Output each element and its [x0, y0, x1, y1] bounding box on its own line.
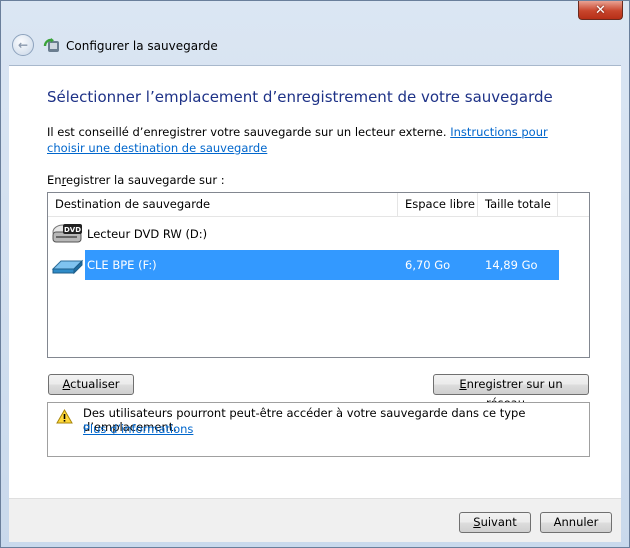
svg-text:DVD: DVD — [64, 226, 81, 234]
column-header-total-size[interactable]: Taille totale — [478, 193, 558, 216]
free-space: 6,70 Go — [405, 258, 451, 272]
destination-name: Lecteur DVD RW (D:) — [87, 227, 208, 241]
description-text: Il est conseillé d’enregistrer votre sau… — [47, 125, 567, 156]
total-size: 14,89 Go — [485, 258, 538, 272]
dvd-drive-icon: DVD — [52, 224, 82, 243]
back-button[interactable]: ← — [12, 34, 34, 56]
column-header-free-space[interactable]: Espace libre — [398, 193, 478, 216]
refresh-button[interactable]: Actualiser — [48, 374, 134, 395]
cancel-button[interactable]: Annuler — [540, 512, 612, 533]
content-area: Sélectionner l’emplacement d’enregistrem… — [9, 65, 621, 499]
column-header-destination[interactable]: Destination de sauvegarde — [48, 193, 398, 216]
list-row-dvd[interactable]: DVD Lecteur DVD RW (D:) — [48, 219, 589, 249]
description: Il est conseillé d’enregistrer votre sau… — [47, 125, 447, 139]
window-title: Configurer la sauvegarde — [66, 39, 218, 53]
list-row-usb[interactable]: CLE BPE (F:) 6,70 Go 14,89 Go — [48, 250, 589, 280]
destination-name: CLE BPE (F:) — [87, 258, 157, 272]
footer-bar: Suivant Annuler — [9, 498, 621, 542]
more-info-link[interactable]: Plus d’informations — [83, 422, 193, 436]
next-button[interactable]: Suivant — [459, 512, 531, 533]
destination-list[interactable]: Destination de sauvegarde Espace libre T… — [47, 192, 590, 358]
back-arrow-icon: ← — [17, 38, 29, 52]
warning-icon — [56, 409, 73, 424]
save-on-network-button[interactable]: Enregistrer sur un réseau... — [433, 374, 589, 410]
list-header: Destination de sauvegarde Espace libre T… — [48, 193, 589, 217]
page-title: Sélectionner l’emplacement d’enregistrem… — [47, 88, 553, 106]
title-bar: ← Configurer la sauvegarde — [10, 31, 620, 59]
backup-app-icon — [43, 38, 59, 52]
close-button[interactable]: ✕ — [578, 1, 623, 20]
usb-drive-icon — [51, 259, 84, 275]
window-frame: ✕ ← Configurer la sauvegarde Sélectionne… — [0, 0, 630, 548]
save-location-label: Enregistrer la sauvegarde sur : — [47, 173, 225, 187]
warning-box: Des utilisateurs pourront peut-être accé… — [47, 402, 590, 457]
close-icon: ✕ — [595, 2, 606, 18]
